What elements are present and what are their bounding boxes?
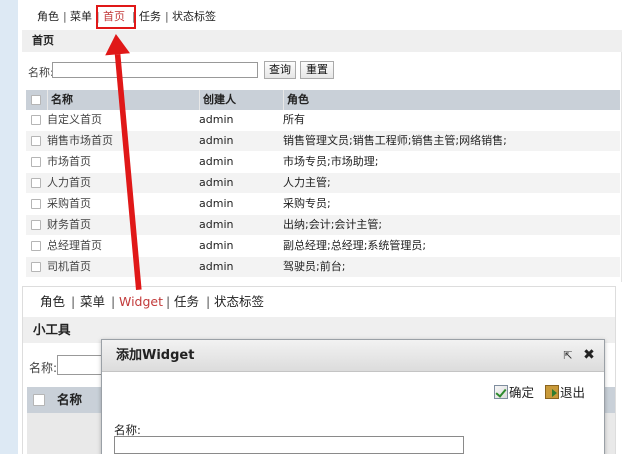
tab-separator: | (206, 294, 211, 309)
homepage-screen: 角色 | 菜单 | 首页 | 任务 | 状态标签 首页 名称: 查询 重置 名称… (22, 0, 622, 282)
column-header-role[interactable]: 角色 (283, 90, 620, 110)
table-row[interactable]: 总经理首页 admin 副总经理;总经理;系统管理员; (26, 236, 620, 257)
row-name: 自定义首页 (47, 113, 102, 126)
dialog-titlebar[interactable]: 添加Widget ⇱ ✖ (102, 340, 604, 372)
table-row[interactable]: 自定义首页 admin 所有 (26, 110, 620, 131)
row-creator: admin (199, 239, 234, 252)
row-roles: 销售管理文员;销售工程师;销售主管;网络销售; (283, 134, 507, 147)
search-bar: 名称: 查询 重置 (22, 58, 622, 82)
row-creator: admin (199, 176, 234, 189)
popout-icon[interactable]: ⇱ (562, 350, 574, 362)
row-checkbox[interactable] (31, 178, 41, 188)
row-checkbox[interactable] (31, 199, 41, 209)
column-header-creator[interactable]: 创建人 (199, 90, 283, 110)
ok-icon (494, 385, 508, 399)
row-roles: 副总经理;总经理;系统管理员; (283, 239, 427, 252)
row-creator: admin (199, 260, 234, 273)
search-label: 名称: (28, 66, 54, 79)
tab-status-label[interactable]: 状态标签 (172, 9, 216, 25)
ok-button[interactable]: 确定 (494, 384, 534, 402)
reset-button[interactable]: 重置 (300, 61, 334, 79)
table-row[interactable]: 采购首页 admin 采购专员; (26, 194, 620, 215)
tab-separator: | (71, 294, 76, 309)
dialog-toolbar: 确定 退出 (102, 382, 604, 404)
column-header-name[interactable]: 名称 (57, 387, 82, 413)
row-checkbox[interactable] (31, 136, 41, 146)
tab-separator: | (63, 10, 67, 23)
row-name: 人力首页 (47, 176, 91, 189)
widget-screen: 角色 | 菜单 | Widget | 任务 | 状态标签 小工具 名称: 名称 … (22, 286, 616, 454)
table-row[interactable]: 司机首页 admin 驾驶员;前台; (26, 257, 620, 278)
select-all-checkbox[interactable] (33, 394, 45, 406)
exit-button[interactable]: 退出 (545, 384, 585, 402)
row-creator: admin (199, 155, 234, 168)
table-row[interactable]: 财务首页 admin 出纳;会计;会计主管; (26, 215, 620, 236)
row-checkbox[interactable] (31, 262, 41, 272)
tab-separator: | (166, 294, 171, 309)
top-tab-bar: 角色 | 菜单 | 首页 | 任务 | 状态标签 (22, 0, 622, 30)
row-name: 采购首页 (47, 197, 91, 210)
table-row[interactable]: 人力首页 admin 人力主管; (26, 173, 620, 194)
select-all-checkbox[interactable] (31, 95, 41, 105)
add-widget-dialog: 添加Widget ⇱ ✖ 确定 退出 名称: (101, 339, 605, 454)
tab-task[interactable]: 任务 (174, 293, 199, 311)
row-name: 销售市场首页 (47, 134, 113, 147)
row-roles: 采购专员; (283, 197, 331, 210)
row-roles: 出纳;会计;会计主管; (283, 218, 383, 231)
query-button[interactable]: 查询 (264, 61, 296, 79)
row-creator: admin (199, 218, 234, 231)
tab-menu[interactable]: 菜单 (80, 293, 105, 311)
row-roles: 驾驶员;前台; (283, 260, 346, 273)
exit-icon (545, 385, 559, 399)
table-row[interactable]: 市场首页 admin 市场专员;市场助理; (26, 152, 620, 173)
row-creator: admin (199, 113, 234, 126)
row-roles: 所有 (283, 113, 305, 126)
row-roles: 市场专员;市场助理; (283, 155, 379, 168)
row-checkbox[interactable] (31, 115, 41, 125)
table-row[interactable]: 销售市场首页 admin 销售管理文员;销售工程师;销售主管;网络销售; (26, 131, 620, 152)
row-creator: admin (199, 197, 234, 210)
tab-status-label[interactable]: 状态标签 (214, 293, 264, 311)
tab-separator: | (111, 294, 116, 309)
ok-label: 确定 (509, 385, 535, 400)
page-title: 首页 (22, 30, 622, 52)
row-name: 市场首页 (47, 155, 91, 168)
dialog-title: 添加Widget (116, 348, 195, 363)
row-roles: 人力主管; (283, 176, 331, 189)
row-name: 总经理首页 (47, 239, 102, 252)
homepage-table: 名称 创建人 角色 自定义首页 admin 所有 销售市场首页 admin 销售… (26, 90, 620, 278)
table-header: 名称 创建人 角色 (26, 90, 620, 110)
row-checkbox[interactable] (31, 157, 41, 167)
tab-role[interactable]: 角色 (40, 293, 65, 311)
row-checkbox[interactable] (31, 220, 41, 230)
search-input[interactable] (52, 62, 258, 78)
tab-widget[interactable]: Widget (119, 293, 163, 311)
exit-label: 退出 (560, 385, 586, 400)
search-label: 名称: (29, 361, 58, 375)
close-icon[interactable]: ✖ (582, 348, 596, 362)
row-creator: admin (199, 134, 234, 147)
left-panel-strip (0, 0, 18, 454)
column-header-name[interactable]: 名称 (47, 90, 197, 110)
name-field[interactable] (114, 436, 464, 454)
tab-separator: | (165, 10, 169, 23)
search-input[interactable] (57, 355, 107, 375)
highlight-box (96, 5, 136, 29)
tab-menu[interactable]: 菜单 (70, 9, 92, 25)
tab-role[interactable]: 角色 (37, 9, 59, 25)
row-checkbox[interactable] (31, 241, 41, 251)
row-name: 财务首页 (47, 218, 91, 231)
tab-task[interactable]: 任务 (139, 9, 161, 25)
row-name: 司机首页 (47, 260, 91, 273)
bottom-tab-bar: 角色 | 菜单 | Widget | 任务 | 状态标签 (23, 287, 615, 315)
